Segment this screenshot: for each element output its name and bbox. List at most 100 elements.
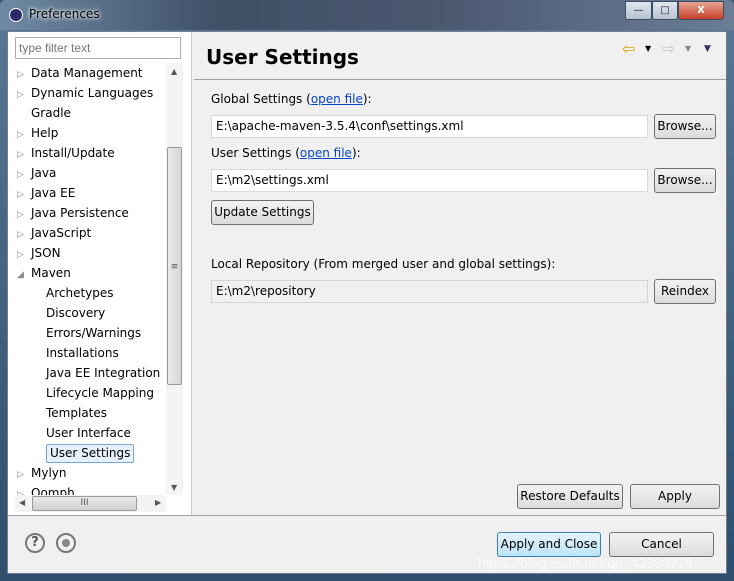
tree-item-label: User Interface — [46, 426, 131, 440]
back-arrow-icon[interactable]: ⇦ — [622, 39, 635, 58]
collapsed-arrow-icon[interactable]: ▷ — [17, 125, 31, 145]
tree-item[interactable]: ▷ Dynamic Languages — [17, 83, 153, 103]
collapsed-arrow-icon[interactable]: ▷ — [17, 65, 31, 85]
global-browse-button[interactable]: Browse... — [654, 114, 716, 139]
tree-item-label: Templates — [46, 406, 108, 420]
tree-item[interactable]: ▷ Java EE — [17, 183, 75, 203]
local-repository-label: Local Repository (From merged user and g… — [211, 257, 556, 271]
tree-item[interactable]: Installations — [46, 343, 119, 363]
tree-item[interactable]: Lifecycle Mapping — [46, 383, 154, 403]
tree-item-label: Archetypes — [46, 286, 114, 300]
apply-and-close-button[interactable]: Apply and Close — [497, 532, 601, 557]
tree-item-label: JSON — [31, 246, 61, 260]
tree-vertical-scrollbar[interactable]: ▲ ≡ ▼ — [166, 63, 183, 495]
scroll-right-icon[interactable]: ▶ — [155, 498, 161, 507]
footer-separator — [8, 515, 726, 516]
reindex-button[interactable]: Reindex — [654, 279, 716, 304]
tree-item-label: Oomph — [31, 486, 75, 495]
collapsed-arrow-icon[interactable]: ▷ — [17, 225, 31, 245]
eclipse-icon — [9, 8, 23, 22]
tree-item-label: Dynamic Languages — [31, 86, 154, 100]
tree-item[interactable]: ▷ Mylyn — [17, 463, 67, 483]
user-settings-field[interactable]: E:\m2\settings.xml — [211, 169, 648, 192]
tree-item-label: Java EE Integration — [46, 366, 161, 380]
tree-item[interactable]: Templates — [46, 403, 107, 423]
scroll-thumb[interactable]: III — [32, 496, 137, 511]
tree-item-label: Gradle — [31, 106, 71, 120]
tree-item[interactable]: Java EE Integration — [46, 363, 160, 383]
user-settings-label: User Settings (open file): — [211, 146, 361, 160]
tree-item-label: Data Management — [31, 66, 143, 80]
maximize-button[interactable]: □ — [652, 1, 678, 20]
tree-item[interactable]: ▷ Oomph — [17, 483, 75, 495]
forward-dropdown-icon[interactable]: ▼ — [685, 44, 691, 53]
global-open-file-link[interactable]: open file — [311, 92, 363, 106]
minimize-button[interactable]: — — [625, 1, 652, 20]
window-title: Preferences — [29, 7, 100, 21]
tree-item-label: Help — [31, 126, 59, 140]
tree-item-label: Installations — [46, 346, 119, 360]
tree-item[interactable]: ▷ JSON — [17, 243, 61, 263]
local-repository-field: E:\m2\repository — [211, 280, 648, 303]
preference-tree: ▷ Data Management ▷ Dynamic Languages Gradle… — [15, 63, 166, 495]
dialog-body: ▷Data Management▷Dynamic LanguagesGradle… — [7, 31, 727, 574]
collapsed-arrow-icon[interactable]: ▷ — [17, 145, 31, 165]
tree-item[interactable]: User Interface — [46, 423, 131, 443]
tree-item[interactable]: Archetypes — [46, 283, 114, 303]
settings-page: User Settings ⇦ ▼ ⇨ ▼ ▼ Global Settings … — [194, 32, 726, 515]
preferences-window: Preferences — □ X ▷Data Management▷Dynam… — [0, 0, 734, 581]
title-bar: Preferences — □ X — [0, 0, 734, 30]
restore-defaults-button[interactable]: Restore Defaults — [517, 484, 623, 509]
tree-item[interactable]: Gradle — [17, 103, 71, 123]
tree-item-label: Java Persistence — [31, 206, 129, 220]
collapsed-arrow-icon[interactable]: ▷ — [17, 185, 31, 205]
close-button[interactable]: X — [678, 1, 724, 20]
tree-item[interactable]: ◢ Maven — [17, 263, 71, 283]
tree-item[interactable]: ▷ Java Persistence — [17, 203, 129, 223]
tree-item[interactable]: Discovery — [46, 303, 105, 323]
help-icon[interactable]: ? — [25, 533, 45, 553]
tree-item-label: User Settings — [46, 444, 135, 463]
header-separator — [194, 79, 726, 80]
user-open-file-link[interactable]: open file — [300, 146, 352, 160]
collapsed-arrow-icon[interactable]: ▷ — [17, 85, 31, 105]
tree-item[interactable]: ▷ JavaScript — [17, 223, 91, 243]
expanded-arrow-icon[interactable]: ◢ — [17, 265, 31, 285]
tree-item[interactable]: ▷ Help — [17, 123, 58, 143]
back-dropdown-icon[interactable]: ▼ — [645, 44, 651, 53]
global-settings-field[interactable]: E:\apache-maven-3.5.4\conf\settings.xml — [211, 115, 648, 138]
tree-horizontal-scrollbar[interactable]: ◀ III ▶ — [15, 495, 166, 512]
tree-item[interactable]: ▷ Install/Update — [17, 143, 115, 163]
record-macro-icon[interactable] — [56, 533, 76, 553]
cancel-button[interactable]: Cancel — [609, 532, 714, 557]
preference-navigation: ▷Data Management▷Dynamic LanguagesGradle… — [8, 32, 192, 515]
tree-item[interactable]: User Settings — [46, 443, 135, 463]
tree-item[interactable]: ▷ Data Management — [17, 63, 143, 83]
collapsed-arrow-icon[interactable]: ▷ — [17, 205, 31, 225]
scroll-up-icon[interactable]: ▲ — [171, 67, 177, 76]
forward-arrow-icon[interactable]: ⇨ — [662, 39, 675, 58]
tree-item-label: Java EE — [31, 186, 76, 200]
collapsed-arrow-icon[interactable]: ▷ — [17, 465, 31, 485]
tree-item-label: Lifecycle Mapping — [46, 386, 154, 400]
view-menu-icon[interactable]: ▼ — [704, 44, 711, 54]
tree-item-label: Mylyn — [31, 466, 67, 480]
collapsed-arrow-icon[interactable]: ▷ — [17, 245, 31, 265]
collapsed-arrow-icon[interactable]: ▷ — [17, 165, 31, 185]
watermark: https://blog.csdn.net/qq_43380778 — [478, 555, 693, 571]
filter-input[interactable] — [15, 37, 181, 59]
tree-item-label: JavaScript — [31, 226, 92, 240]
scroll-left-icon[interactable]: ◀ — [19, 498, 25, 507]
update-settings-button[interactable]: Update Settings — [211, 200, 314, 225]
tree-item[interactable]: ▷ Java — [17, 163, 56, 183]
apply-button[interactable]: Apply — [630, 484, 720, 509]
tree-item[interactable]: Errors/Warnings — [46, 323, 141, 343]
scroll-thumb[interactable]: ≡ — [167, 147, 182, 385]
tree-item-label: Java — [31, 166, 57, 180]
global-settings-label: Global Settings (open file): — [211, 92, 372, 106]
tree-item-label: Discovery — [46, 306, 106, 320]
collapsed-arrow-icon[interactable]: ▷ — [17, 485, 31, 495]
user-browse-button[interactable]: Browse... — [654, 168, 716, 193]
tree-item-label: Install/Update — [31, 146, 115, 160]
scroll-down-icon[interactable]: ▼ — [171, 483, 177, 492]
